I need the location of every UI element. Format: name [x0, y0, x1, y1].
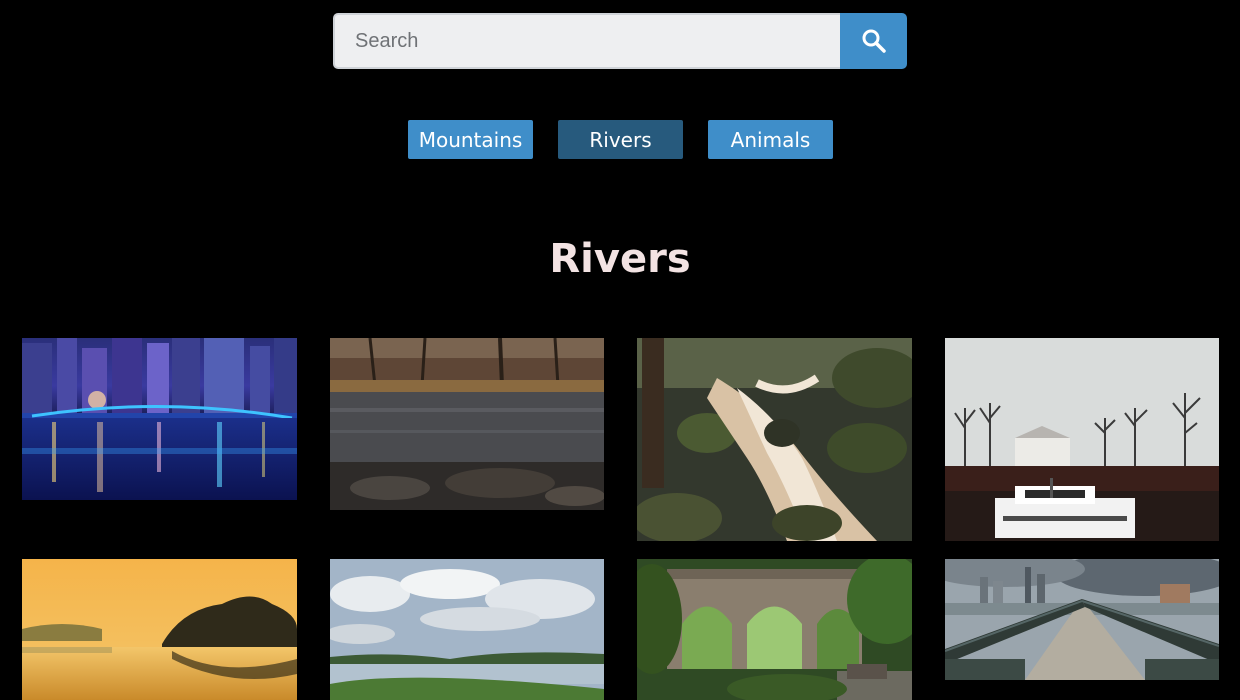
search-input[interactable] — [333, 13, 841, 69]
photo-waterfall[interactable] — [637, 338, 912, 541]
photo-bridge-city[interactable] — [945, 559, 1219, 680]
section-title: Rivers — [549, 236, 691, 282]
search-button[interactable] — [840, 13, 907, 69]
category-button-mountains[interactable]: Mountains — [408, 120, 533, 159]
photo-viaduct[interactable] — [637, 559, 912, 700]
photo-city-night-river[interactable] — [22, 338, 297, 500]
photo-sunrise-river[interactable] — [22, 559, 297, 700]
photo-boat-river[interactable] — [945, 338, 1219, 541]
category-button-rivers[interactable]: Rivers — [558, 120, 683, 159]
category-button-animals[interactable]: Animals — [708, 120, 833, 159]
search-icon — [862, 29, 886, 53]
photo-cloudy-river[interactable] — [330, 559, 604, 700]
photo-forest-river[interactable] — [330, 338, 604, 510]
search-bar — [333, 13, 907, 69]
